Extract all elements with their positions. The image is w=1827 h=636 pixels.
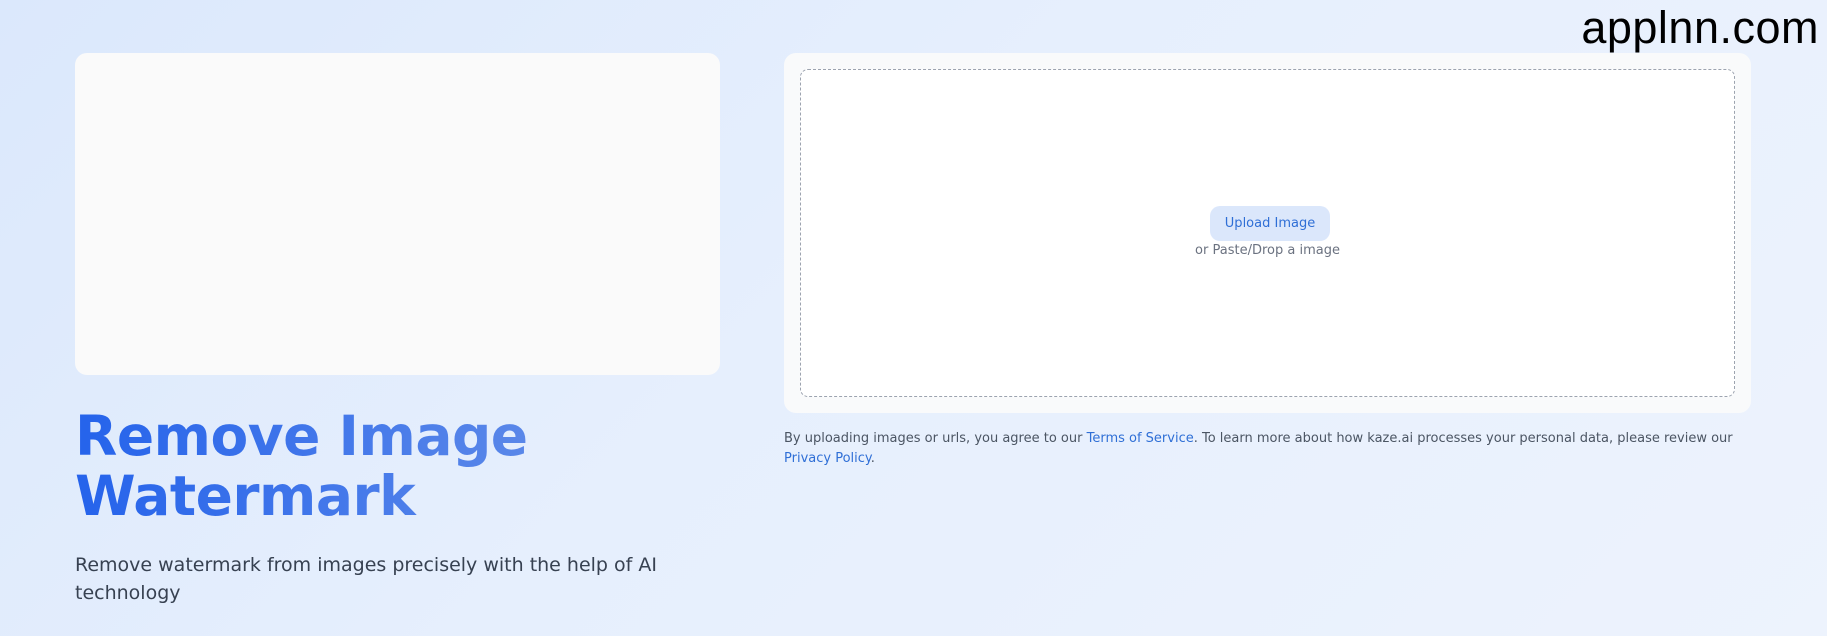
site-watermark: applnn.com bbox=[1581, 2, 1819, 53]
legal-middle: . To learn more about how kaze.ai proces… bbox=[1193, 431, 1733, 446]
drop-hint: or Paste/Drop a image bbox=[1195, 243, 1340, 258]
upload-panel: Upload Image or Paste/Drop a image bbox=[784, 53, 1751, 413]
drop-zone[interactable]: Upload Image or Paste/Drop a image bbox=[800, 69, 1735, 397]
upload-image-button[interactable]: Upload Image bbox=[1210, 206, 1330, 241]
privacy-policy-link[interactable]: Privacy Policy bbox=[784, 451, 871, 466]
preview-image-card bbox=[75, 53, 720, 375]
page-subtitle: Remove watermark from images precisely w… bbox=[75, 554, 657, 604]
page-title: Remove Image Watermark bbox=[75, 406, 675, 526]
legal-notice: By uploading images or urls, you agree t… bbox=[784, 429, 1744, 469]
legal-prefix: By uploading images or urls, you agree t… bbox=[784, 431, 1087, 446]
terms-of-service-link[interactable]: Terms of Service bbox=[1087, 431, 1194, 446]
legal-suffix: . bbox=[870, 451, 875, 466]
